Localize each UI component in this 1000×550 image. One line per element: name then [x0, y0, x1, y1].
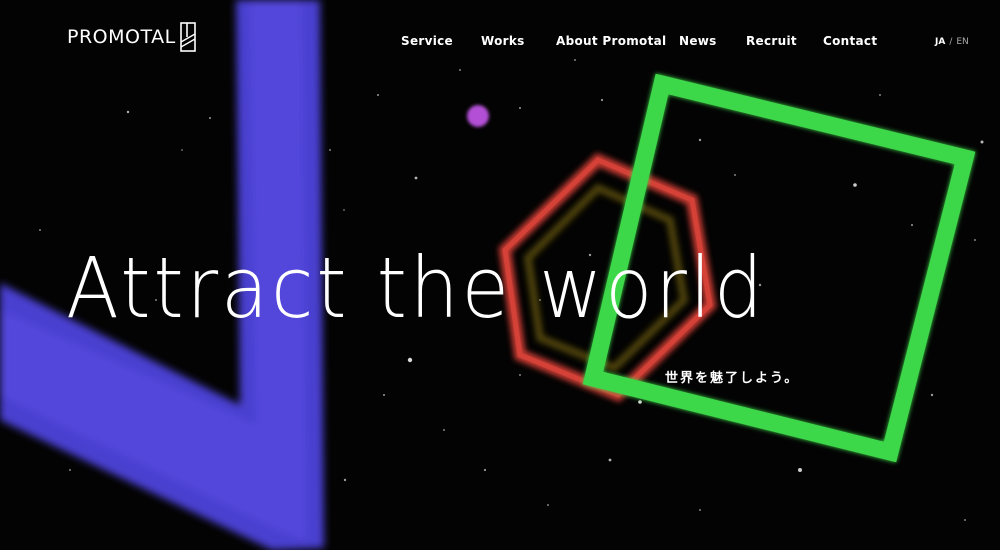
hero-subheadline: 世界を魅了しよう。 — [665, 371, 800, 386]
nav-link-recruit[interactable]: Recruit — [746, 34, 797, 48]
language-switcher: JA / EN — [935, 37, 969, 47]
nav-link-contact[interactable]: Contact — [823, 34, 877, 48]
magenta-dot-shape — [467, 105, 489, 127]
lang-en-link[interactable]: EN — [956, 37, 968, 47]
hero: PROMOTAL Service Works About Promotal Ne… — [0, 0, 1000, 550]
site-header: PROMOTAL Service Works About Promotal Ne… — [0, 0, 1000, 85]
lang-separator: / — [949, 37, 953, 47]
hero-headline: Attract the world — [66, 239, 766, 337]
main-nav: Service Works About Promotal News Recrui… — [0, 34, 1000, 52]
nav-link-news[interactable]: News — [679, 34, 717, 48]
lang-ja-link[interactable]: JA — [935, 37, 945, 47]
nav-link-about-promotal[interactable]: About Promotal — [556, 34, 666, 48]
nav-link-service[interactable]: Service — [401, 34, 453, 48]
nav-link-works[interactable]: Works — [481, 34, 525, 48]
